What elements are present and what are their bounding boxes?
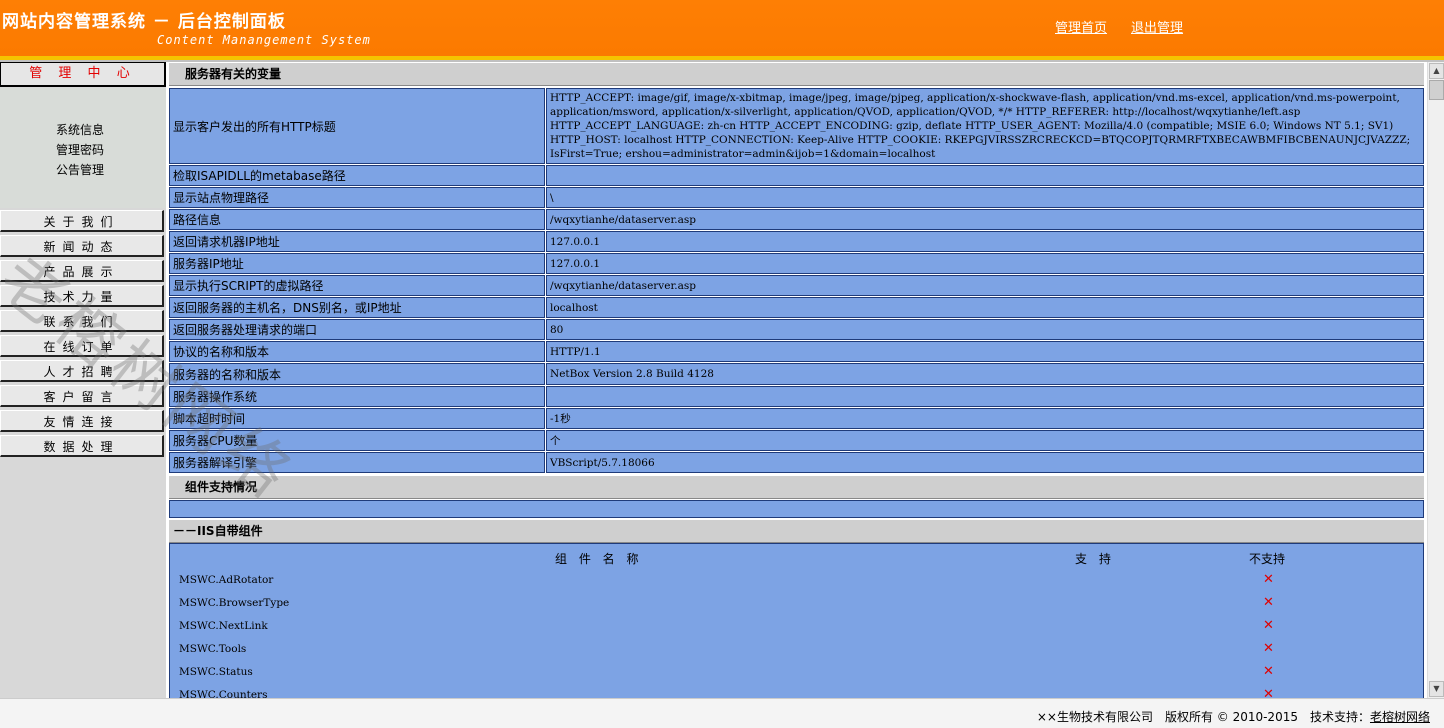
row-label: 服务器解译引擎: [169, 452, 545, 473]
nav-contact[interactable]: 联系我们: [0, 310, 164, 332]
scrollbar-thumb[interactable]: [1429, 80, 1444, 100]
server-variables-title-text: 服务器有关的变量: [185, 67, 282, 81]
table-row: 显示客户发出的所有HTTP标题 HTTP_ACCEPT: image/gif, …: [169, 88, 1424, 164]
row-label: 返回服务器的主机名，DNS别名，或IP地址: [169, 297, 545, 318]
nav-friend-links[interactable]: 友情连接: [0, 410, 164, 432]
sidebar-system-panel: 系统信息 管理密码 公告管理: [0, 88, 166, 208]
footer: ××生物技术有限公司 版权所有 © 2010-2015 技术支持：老榕树网络: [0, 698, 1444, 728]
column-header-supported: 支 持: [1075, 552, 1115, 566]
system-subtitle: Content Manangement System: [157, 33, 371, 47]
table-row: 返回服务器的主机名，DNS别名，或IP地址 localhost: [169, 297, 1424, 318]
table-row: 协议的名称和版本 HTTP/1.1: [169, 341, 1424, 362]
iis-components-title: －－IIS自带组件: [169, 519, 1424, 543]
row-value: NetBox Version 2.8 Build 4128: [546, 363, 1424, 385]
row-label: 服务器的名称和版本: [169, 363, 545, 385]
row-label: 服务器IP地址: [169, 253, 545, 274]
row-label: 协议的名称和版本: [169, 341, 545, 362]
scroll-down-arrow-icon[interactable]: ▼: [1429, 681, 1444, 697]
scroll-up-arrow-icon[interactable]: ▲: [1429, 63, 1444, 79]
unsupported-x-icon: ✕: [1263, 641, 1274, 656]
row-label: 检取ISAPIDLL的metabase路径: [169, 165, 545, 186]
nav-news[interactable]: 新闻动态: [0, 235, 164, 257]
row-value: localhost: [546, 297, 1424, 318]
nav-data-processing[interactable]: 数据处理: [0, 435, 164, 457]
system-title: 网站内容管理系统 － 后台控制面板: [2, 12, 286, 32]
table-row: 路径信息 /wqxytianhe/dataserver.asp: [169, 209, 1424, 230]
row-value: 127.0.0.1: [546, 253, 1424, 274]
footer-copyright: ××生物技术有限公司 版权所有 © 2010-2015 技术支持：老榕树网络: [1037, 708, 1430, 725]
row-value: \: [546, 187, 1424, 208]
component-support-title-text: 组件支持情况: [185, 480, 258, 494]
server-variables-title: 服务器有关的变量: [169, 62, 1424, 86]
table-row: 返回服务器处理请求的端口 80: [169, 319, 1424, 340]
row-label: 脚本超时时间: [169, 408, 545, 429]
main-content: 服务器有关的变量 显示客户发出的所有HTTP标题 HTTP_ACCEPT: im…: [167, 62, 1426, 698]
table-row: 服务器操作系统: [169, 386, 1424, 407]
vertical-scrollbar[interactable]: ▲ ▼: [1427, 62, 1444, 698]
sidebar-item-system-info[interactable]: 系统信息: [56, 121, 104, 138]
table-row: 服务器CPU数量 个: [169, 430, 1424, 451]
tech-support-link[interactable]: 老榕树网络: [1370, 710, 1430, 724]
top-header: 网站内容管理系统 － 后台控制面板 Content Manangement Sy…: [0, 0, 1444, 60]
table-row: 服务器IP地址 127.0.0.1: [169, 253, 1424, 274]
sidebar-heading: 管 理 中 心: [0, 62, 166, 87]
column-header-name: 组 件 名 称: [555, 552, 643, 566]
admin-home-link[interactable]: 管理首页: [1055, 17, 1107, 36]
row-value: /wqxytianhe/dataserver.asp: [546, 209, 1424, 230]
table-row: 检取ISAPIDLL的metabase路径: [169, 165, 1424, 186]
component-name: MSWC.BrowserType: [179, 597, 290, 609]
component-name: MSWC.Tools: [179, 643, 247, 655]
table-row: 服务器解译引擎 VBScript/5.7.18066: [169, 452, 1424, 473]
table-row: 脚本超时时间 -1秒: [169, 408, 1424, 429]
row-value: -1秒: [546, 408, 1424, 429]
component-spacer-bar: [169, 500, 1424, 518]
sidebar: 管 理 中 心 系统信息 管理密码 公告管理 关于我们 新闻动态 产品展示 技术…: [0, 62, 166, 698]
row-value: 个: [546, 430, 1424, 451]
row-value: HTTP/1.1: [546, 341, 1424, 362]
iis-components-title-text: －－IIS自带组件: [173, 524, 263, 538]
component-table: 组 件 名 称 支 持 不支持 MSWC.AdRotator ✕ MSWC.Br…: [169, 543, 1424, 698]
row-value: HTTP_ACCEPT: image/gif, image/x-xbitmap,…: [546, 88, 1424, 164]
component-name: MSWC.AdRotator: [179, 574, 274, 586]
table-row: 服务器的名称和版本 NetBox Version 2.8 Build 4128: [169, 363, 1424, 385]
component-name: MSWC.NextLink: [179, 620, 268, 632]
sidebar-item-admin-password[interactable]: 管理密码: [56, 141, 104, 158]
row-label: 返回服务器处理请求的端口: [169, 319, 545, 340]
row-value: /wqxytianhe/dataserver.asp: [546, 275, 1424, 296]
nav-products[interactable]: 产品展示: [0, 260, 164, 282]
unsupported-x-icon: ✕: [1263, 618, 1274, 633]
row-label: 返回请求机器IP地址: [169, 231, 545, 252]
unsupported-x-icon: ✕: [1263, 595, 1274, 610]
table-row: 显示站点物理路径 \: [169, 187, 1424, 208]
logout-link[interactable]: 退出管理: [1131, 17, 1183, 36]
nav-orders[interactable]: 在线订单: [0, 335, 164, 357]
row-label: 显示客户发出的所有HTTP标题: [169, 88, 545, 164]
footer-copyright-text: ××生物技术有限公司 版权所有 © 2010-2015 技术支持：: [1036, 710, 1370, 724]
row-value: [546, 165, 1424, 186]
component-support-title: 组件支持情况: [169, 475, 1424, 499]
unsupported-x-icon: ✕: [1263, 687, 1274, 698]
row-value: [546, 386, 1424, 407]
row-label: 服务器CPU数量: [169, 430, 545, 451]
nav-messages[interactable]: 客户留言: [0, 385, 164, 407]
row-label: 显示执行SCRIPT的虚拟路径: [169, 275, 545, 296]
row-label: 显示站点物理路径: [169, 187, 545, 208]
row-value: 80: [546, 319, 1424, 340]
unsupported-x-icon: ✕: [1263, 572, 1274, 587]
column-header-unsupported: 不支持: [1249, 552, 1286, 566]
nav-recruitment[interactable]: 人才招聘: [0, 360, 164, 382]
nav-technology[interactable]: 技术力量: [0, 285, 164, 307]
row-value: VBScript/5.7.18066: [546, 452, 1424, 473]
component-name: MSWC.Counters: [179, 689, 268, 698]
unsupported-x-icon: ✕: [1263, 664, 1274, 679]
row-label: 路径信息: [169, 209, 545, 230]
nav-about-us[interactable]: 关于我们: [0, 210, 164, 232]
table-row: 返回请求机器IP地址 127.0.0.1: [169, 231, 1424, 252]
table-row: 显示执行SCRIPT的虚拟路径 /wqxytianhe/dataserver.a…: [169, 275, 1424, 296]
component-name: MSWC.Status: [179, 666, 253, 678]
row-value: 127.0.0.1: [546, 231, 1424, 252]
row-label: 服务器操作系统: [169, 386, 545, 407]
sidebar-item-announcements[interactable]: 公告管理: [56, 161, 104, 178]
